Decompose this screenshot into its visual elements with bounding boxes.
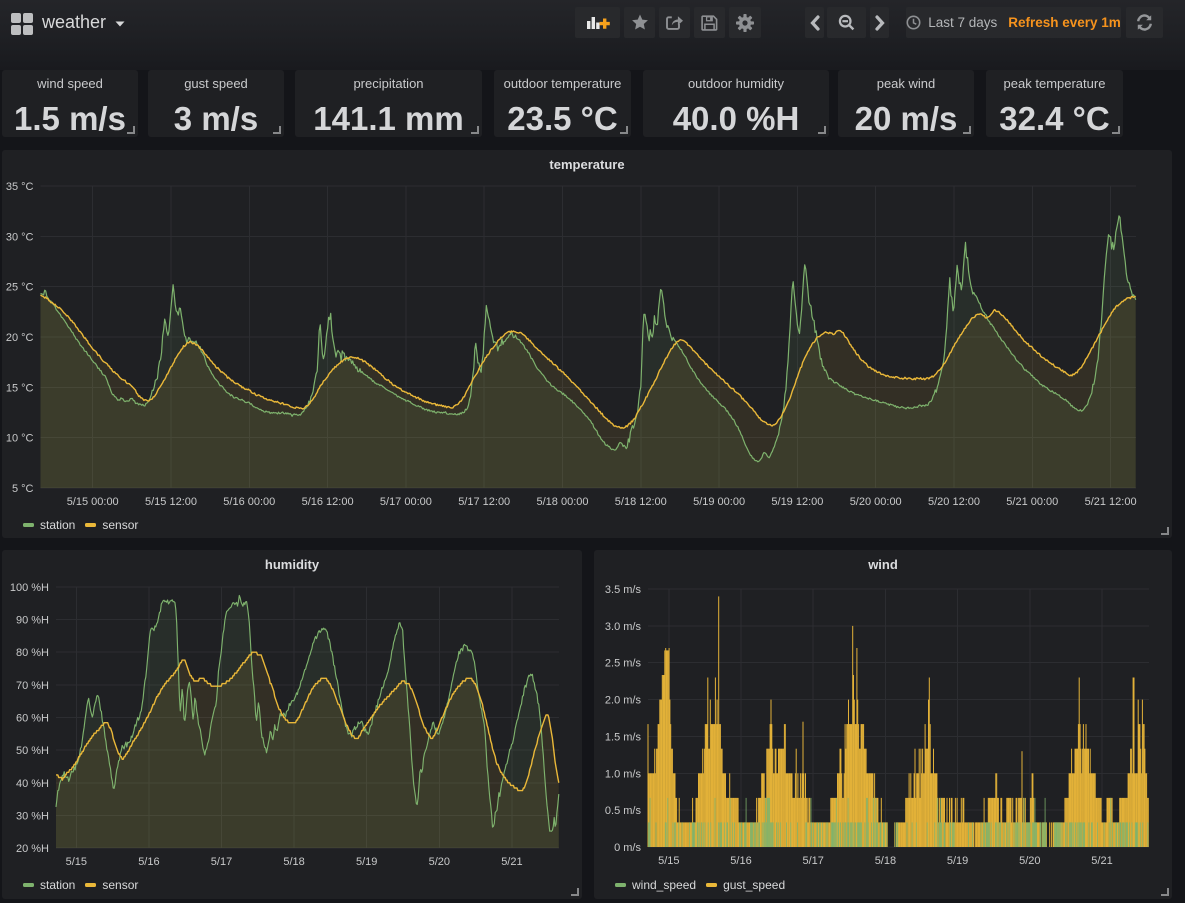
svg-text:2.5 m/s: 2.5 m/s — [605, 658, 642, 670]
svg-text:5/21 00:00: 5/21 00:00 — [1006, 496, 1058, 508]
svg-text:5 °C: 5 °C — [12, 483, 34, 495]
svg-text:5/21 12:00: 5/21 12:00 — [1085, 496, 1137, 508]
svg-text:5/19 12:00: 5/19 12:00 — [771, 496, 823, 508]
svg-text:5/16 12:00: 5/16 12:00 — [302, 496, 354, 508]
svg-text:5/15: 5/15 — [658, 855, 679, 867]
svg-text:1.0 m/s: 1.0 m/s — [605, 768, 642, 780]
svg-text:5/21: 5/21 — [1091, 855, 1112, 867]
svg-text:5/16: 5/16 — [138, 856, 159, 868]
svg-text:25 °C: 25 °C — [6, 282, 34, 294]
svg-text:5/20: 5/20 — [429, 856, 450, 868]
svg-text:5/19 00:00: 5/19 00:00 — [693, 496, 745, 508]
svg-text:35 °C: 35 °C — [6, 181, 34, 193]
svg-text:5/20: 5/20 — [1019, 855, 1040, 867]
svg-text:20 °C: 20 °C — [6, 332, 34, 344]
svg-text:5/16 00:00: 5/16 00:00 — [223, 496, 275, 508]
svg-text:5/19: 5/19 — [356, 856, 377, 868]
svg-text:5/15 12:00: 5/15 12:00 — [145, 496, 197, 508]
svg-text:30 %H: 30 %H — [16, 810, 49, 822]
svg-text:1.5 m/s: 1.5 m/s — [605, 731, 642, 743]
svg-text:5/15: 5/15 — [66, 856, 87, 868]
svg-text:5/18: 5/18 — [875, 855, 896, 867]
svg-text:5/17 00:00: 5/17 00:00 — [380, 496, 432, 508]
svg-text:3.0 m/s: 3.0 m/s — [605, 621, 642, 633]
svg-text:5/18 12:00: 5/18 12:00 — [615, 496, 667, 508]
svg-text:80 %H: 80 %H — [16, 647, 49, 659]
svg-text:0 m/s: 0 m/s — [614, 842, 641, 854]
svg-text:20 %H: 20 %H — [16, 843, 49, 855]
svg-text:70 %H: 70 %H — [16, 680, 49, 692]
svg-text:90 %H: 90 %H — [16, 615, 49, 627]
svg-text:5/18: 5/18 — [283, 856, 304, 868]
svg-text:5/21: 5/21 — [501, 856, 522, 868]
svg-text:15 °C: 15 °C — [6, 382, 34, 394]
svg-text:5/18 00:00: 5/18 00:00 — [537, 496, 589, 508]
svg-text:10 °C: 10 °C — [6, 433, 34, 445]
svg-text:5/20 00:00: 5/20 00:00 — [850, 496, 902, 508]
svg-text:60 %H: 60 %H — [16, 713, 49, 725]
svg-text:30 °C: 30 °C — [6, 231, 34, 243]
svg-text:50 %H: 50 %H — [16, 745, 49, 757]
svg-text:100 %H: 100 %H — [10, 582, 49, 594]
svg-text:5/20 12:00: 5/20 12:00 — [928, 496, 980, 508]
svg-text:5/17 12:00: 5/17 12:00 — [458, 496, 510, 508]
svg-text:40 %H: 40 %H — [16, 778, 49, 790]
svg-text:5/17: 5/17 — [211, 856, 232, 868]
svg-text:5/15 00:00: 5/15 00:00 — [67, 496, 119, 508]
svg-text:0.5 m/s: 0.5 m/s — [605, 805, 642, 817]
svg-text:5/17: 5/17 — [802, 855, 823, 867]
svg-text:3.5 m/s: 3.5 m/s — [605, 584, 642, 596]
svg-text:5/16: 5/16 — [730, 855, 751, 867]
svg-text:5/19: 5/19 — [947, 855, 968, 867]
svg-text:2.0 m/s: 2.0 m/s — [605, 695, 642, 707]
